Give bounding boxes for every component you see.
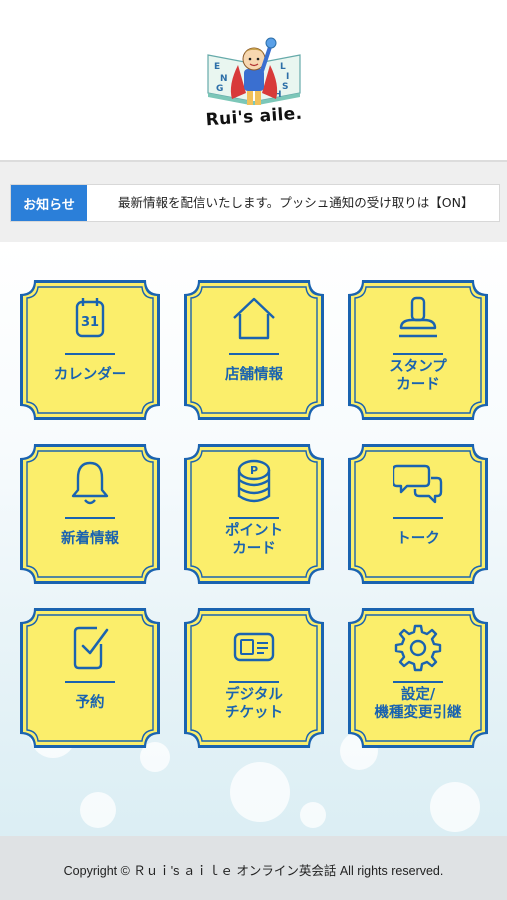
menu-tile-reservation[interactable]: 予約 <box>18 606 162 750</box>
tile-label: トーク <box>396 530 440 547</box>
svg-text:S: S <box>282 82 288 92</box>
news-ticker[interactable]: お知らせ 最新情報を配信いたします。プッシュ通知の受け取りは【ON】 <box>10 184 500 222</box>
menu-tile-settings[interactable]: 設定/ 機種変更引継 <box>346 606 490 750</box>
tile-divider <box>393 681 443 683</box>
tile-label: 設定/ 機種変更引継 <box>374 686 462 721</box>
bokeh-sparkle <box>300 802 326 828</box>
menu-tile-talk[interactable]: トーク <box>346 442 490 586</box>
tile-label: スタンプ カード <box>389 358 447 393</box>
ticket-icon <box>233 632 275 662</box>
menu-tile-calendar[interactable]: 31 カレンダー <box>18 278 162 422</box>
bokeh-sparkle <box>80 792 116 828</box>
tile-divider <box>65 353 115 355</box>
svg-text:L: L <box>280 62 286 72</box>
calendar-icon: 31 <box>75 298 105 338</box>
menu-tile-point-card[interactable]: P ポイント カード <box>182 442 326 586</box>
menu-tile-stamp-card[interactable]: スタンプ カード <box>346 278 490 422</box>
tile-label: カレンダー <box>53 366 127 383</box>
bokeh-sparkle <box>430 782 480 832</box>
menu-tile-store-info[interactable]: 店舗情報 <box>182 278 326 422</box>
tile-divider <box>229 681 279 683</box>
bokeh-sparkle <box>230 762 290 822</box>
svg-text:G: G <box>216 84 223 94</box>
menu-tile-news[interactable]: 新着情報 <box>18 442 162 586</box>
tile-divider <box>229 353 279 355</box>
app-header: ENG LISH Rui's aile. <box>0 0 507 160</box>
coin-letter: P <box>250 464 258 477</box>
brand-logo[interactable]: ENG LISH Rui's aile. <box>200 35 308 147</box>
news-message[interactable]: 最新情報を配信いたします。プッシュ通知の受け取りは【ON】 <box>118 185 473 221</box>
svg-text:N: N <box>220 74 228 84</box>
news-label-badge: お知らせ <box>11 185 87 221</box>
copyright-text: Copyright © Ｒｕｉ's ａｉｌｅ オンライン英会話 All righ… <box>63 864 444 878</box>
tile-divider <box>65 517 115 519</box>
points-coins-icon: P <box>237 459 271 503</box>
chat-bubbles-icon <box>393 464 443 504</box>
news-section: お知らせ 最新情報を配信いたします。プッシュ通知の受け取りは【ON】 <box>0 160 507 244</box>
tile-divider <box>65 681 115 683</box>
calendar-day-number: 31 <box>81 315 99 330</box>
svg-text:E: E <box>214 62 220 72</box>
menu-tile-digital-ticket[interactable]: デジタル チケット <box>182 606 326 750</box>
tile-divider <box>393 517 443 519</box>
reservation-check-icon <box>73 626 109 670</box>
menu-area: 31 カレンダー 店舗情報 スタンプ カード 新着情報 P ポイント カード ト… <box>0 242 507 836</box>
tile-label: 新着情報 <box>61 530 119 547</box>
stamp-icon <box>399 296 437 338</box>
tile-divider <box>229 517 279 519</box>
tile-label: デジタル チケット <box>225 686 283 721</box>
footer: Copyright © Ｒｕｉ's ａｉｌｅ オンライン英会話 All righ… <box>0 836 507 900</box>
tile-label: 店舗情報 <box>225 366 283 383</box>
svg-text:I: I <box>286 72 289 82</box>
gear-icon <box>394 624 442 672</box>
tile-label: 予約 <box>75 694 105 711</box>
tile-label: ポイント カード <box>225 522 283 557</box>
home-icon <box>233 297 275 340</box>
mascot-illustration: ENG LISH <box>207 37 301 105</box>
tile-divider <box>393 353 443 355</box>
bell-icon <box>71 461 109 505</box>
